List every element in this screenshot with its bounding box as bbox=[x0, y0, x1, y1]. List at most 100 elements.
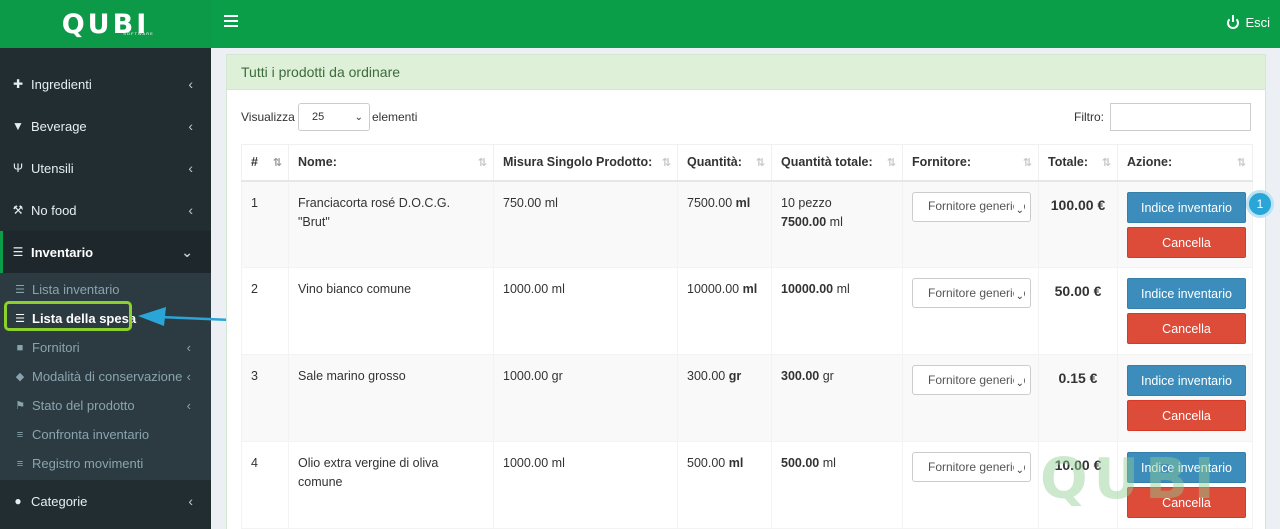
chevron-down-icon: ⌄ bbox=[1013, 287, 1024, 306]
column-header[interactable]: # ⇅ bbox=[241, 144, 289, 182]
product-total-qty: 500.00 ml bbox=[771, 441, 903, 529]
product-qty: 500.00 ml bbox=[677, 441, 772, 529]
product-measure: 1000.00 ml bbox=[493, 441, 678, 529]
sort-icon: ⇅ bbox=[1236, 157, 1246, 169]
delete-button[interactable]: Cancella bbox=[1127, 313, 1246, 344]
list-ul-icon: ☰ bbox=[15, 313, 25, 325]
sidebar-subitem-registro-movimenti[interactable]: ≡ Registro movimenti bbox=[0, 449, 211, 478]
sidebar-item-label: Utensili bbox=[31, 160, 74, 176]
show-label: Visualizza bbox=[241, 110, 295, 124]
column-header[interactable]: Misura Singolo Prodotto: ⇅ bbox=[493, 144, 678, 182]
inventory-index-button[interactable]: Indice inventario bbox=[1127, 278, 1246, 309]
sidebar-subitem-label: Stato del prodotto bbox=[32, 398, 135, 413]
sidebar-subitem-label: Lista della spesa bbox=[32, 311, 137, 326]
sort-icon: ⇅ bbox=[477, 157, 487, 169]
table-row: 4 Olio extra vergine di oliva comune 100… bbox=[241, 441, 1253, 529]
info-circle-icon: ● bbox=[14, 494, 22, 508]
chevron-left-icon: ‹ bbox=[186, 340, 191, 355]
column-header[interactable]: Nome: ⇅ bbox=[288, 144, 494, 182]
sort-icon: ⇅ bbox=[661, 157, 671, 169]
filter-input[interactable] bbox=[1110, 103, 1251, 131]
table-row: 1 Franciacorta rosé D.O.C.G. "Brut" 750.… bbox=[241, 180, 1253, 268]
delete-button[interactable]: Cancella bbox=[1127, 226, 1246, 258]
sidebar-item-label: Inventario bbox=[31, 244, 94, 260]
column-header[interactable]: Quantità totale: ⇅ bbox=[771, 144, 903, 182]
logout-button[interactable]: Esci bbox=[1227, 14, 1270, 30]
page-length-value: 25 bbox=[312, 111, 325, 123]
column-header[interactable]: Quantità: ⇅ bbox=[677, 144, 772, 182]
chevron-down-icon: ⌄ bbox=[1013, 374, 1024, 393]
row-total: 50.00 € bbox=[1038, 267, 1118, 355]
supplier-select[interactable]: Fornitore generico ⌄ bbox=[912, 452, 1031, 482]
page-length-select[interactable]: 25 ⌄ bbox=[298, 103, 370, 131]
sidebar-item-inventario[interactable]: ☰ Inventario ⌄ bbox=[0, 231, 211, 273]
list-icon: ☰ bbox=[12, 245, 24, 259]
sidebar-subitem-label: Fornitori bbox=[32, 340, 80, 355]
chevron-down-icon: ⌄ bbox=[1013, 200, 1024, 220]
sort-asc-icon: ⇅ bbox=[272, 157, 282, 169]
sidebar-subitem-confronta-inventario[interactable]: ≡ Confronta inventario bbox=[0, 420, 211, 449]
cutlery-icon: Ψ bbox=[12, 161, 24, 175]
inventory-index-button[interactable]: Indice inventario bbox=[1127, 365, 1246, 396]
table-row: 2 Vino bianco comune 1000.00 ml 10000.00… bbox=[241, 267, 1253, 355]
inventory-index-button[interactable]: Indice inventario bbox=[1127, 191, 1246, 223]
product-name: Franciacorta rosé D.O.C.G. "Brut" bbox=[288, 180, 494, 268]
list-icon: ☰ bbox=[15, 284, 25, 296]
inventory-index-button[interactable]: Indice inventario bbox=[1127, 452, 1246, 483]
row-total: 10.00 € bbox=[1038, 441, 1118, 529]
chevron-down-icon: ⌄ bbox=[1013, 461, 1024, 480]
sidebar-subitem-fornitori[interactable]: ■ Fornitori ‹ bbox=[0, 333, 211, 362]
sidebar-subitem-label: Modalità di conservazione bbox=[32, 369, 183, 384]
sidebar-item-utensili[interactable]: Ψ Utensili ‹ bbox=[0, 147, 211, 189]
sidebar-item-label: No food bbox=[31, 202, 77, 218]
product-name: Olio extra vergine di oliva comune bbox=[288, 441, 494, 529]
chevron-left-icon: ‹ bbox=[188, 202, 193, 218]
product-total-qty: 300.00 gr bbox=[771, 354, 903, 442]
product-name: Sale marino grosso bbox=[288, 354, 494, 442]
product-measure: 1000.00 gr bbox=[493, 354, 678, 442]
table-controls: Visualizza 25 ⌄ elementi Filtro: bbox=[241, 103, 1251, 133]
sidebar-subitem-lista-della-spesa[interactable]: ☰ Lista della spesa bbox=[0, 304, 211, 333]
sidebar-subitem-label: Confronta inventario bbox=[32, 427, 150, 442]
sidebar-item-ingredienti[interactable]: ✚ Ingredienti ‹ bbox=[0, 63, 211, 105]
row-total: 0.15 € bbox=[1038, 354, 1118, 442]
delete-button[interactable]: Cancella bbox=[1127, 487, 1246, 518]
chevron-left-icon: ‹ bbox=[188, 76, 193, 92]
column-header[interactable]: Totale: ⇅ bbox=[1038, 144, 1118, 182]
product-measure: 750.00 ml bbox=[493, 180, 678, 268]
column-header[interactable]: Azione: ⇅ bbox=[1117, 144, 1253, 182]
power-icon bbox=[1227, 14, 1240, 29]
logo[interactable]: QUBI SOFTWARE bbox=[0, 0, 211, 48]
supplier-select[interactable]: Fornitore generico ⌄ bbox=[912, 278, 1031, 308]
sidebar-item-no-food[interactable]: ⚒ No food ‹ bbox=[0, 189, 211, 231]
menu-toggle-icon[interactable] bbox=[224, 15, 238, 27]
chevron-down-icon: ⌄ bbox=[181, 243, 193, 260]
product-name: Vino bianco comune bbox=[288, 267, 494, 355]
step-badge: 1 bbox=[1246, 190, 1274, 218]
supplier-select[interactable]: Fornitore generico ⌄ bbox=[912, 365, 1031, 395]
supplier-select[interactable]: Fornitore generico ⌄ bbox=[912, 191, 1031, 222]
sidebar-subitem-stato-prodotto[interactable]: ⚑ Stato del prodotto ‹ bbox=[0, 391, 211, 420]
chevron-down-icon: ⌄ bbox=[354, 112, 363, 123]
sidebar-subitem-lista-inventario[interactable]: ☰ Lista inventario bbox=[0, 275, 211, 304]
flag-icon: ⚑ bbox=[15, 400, 25, 412]
chevron-left-icon: ‹ bbox=[186, 398, 191, 413]
wrench-icon: ⚒ bbox=[12, 203, 24, 217]
logout-label: Esci bbox=[1245, 15, 1270, 30]
sidebar-item-beverage[interactable]: ▼ Beverage ‹ bbox=[0, 105, 211, 147]
sidebar-subitem-conservazione[interactable]: ◆ Modalità di conservazione ‹ bbox=[0, 362, 211, 391]
products-table: # ⇅ Nome: ⇅ Misura Singolo Prodotto: ⇅ Quan… bbox=[241, 144, 1253, 529]
logo-subtitle: SOFTWARE bbox=[123, 31, 154, 36]
bars-icon: ≡ bbox=[16, 457, 24, 470]
sort-icon: ⇅ bbox=[1101, 157, 1111, 169]
product-qty: 10000.00 ml bbox=[677, 267, 772, 355]
filter-label: Filtro: bbox=[1074, 110, 1104, 124]
top-navbar: Esci bbox=[211, 0, 1280, 48]
delete-button[interactable]: Cancella bbox=[1127, 400, 1246, 431]
sort-icon: ⇅ bbox=[1022, 157, 1032, 169]
column-header[interactable]: Fornitore: ⇅ bbox=[902, 144, 1039, 182]
sidebar-item-categorie[interactable]: ● Categorie ‹ bbox=[0, 480, 211, 522]
chevron-left-icon: ‹ bbox=[188, 160, 193, 176]
product-qty: 300.00 gr bbox=[677, 354, 772, 442]
sidebar-item-label: Categorie bbox=[31, 493, 88, 509]
